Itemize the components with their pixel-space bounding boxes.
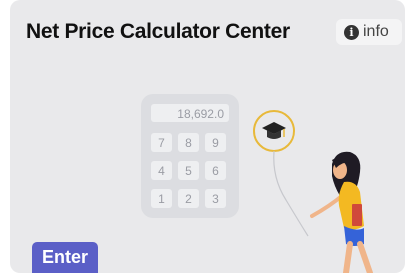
enter-button[interactable]: Enter	[32, 242, 98, 273]
key-8: 8	[185, 136, 192, 150]
net-price-calculator-card[interactable]: 18,692.0 7 8 9 4 5 6 1 2 3 Net Price Cal…	[10, 0, 405, 273]
key-1: 1	[158, 192, 165, 206]
info-circle-icon: i	[344, 24, 359, 40]
info-button[interactable]: i info	[336, 19, 402, 45]
info-label: info	[363, 23, 389, 40]
key-4: 4	[158, 164, 165, 178]
graduation-cap-icon	[262, 122, 286, 139]
student-figure	[310, 151, 373, 273]
card-title: Net Price Calculator Center	[26, 20, 290, 43]
calculator-display: 18,692.0	[177, 107, 224, 121]
graduation-cap-balloon	[253, 110, 309, 237]
key-6: 6	[212, 164, 219, 178]
calculator-keypad: 7 8 9 4 5 6 1 2 3	[151, 133, 226, 208]
key-3: 3	[212, 192, 219, 206]
key-5: 5	[185, 164, 192, 178]
key-2: 2	[185, 192, 192, 206]
key-7: 7	[158, 136, 165, 150]
key-9: 9	[212, 136, 219, 150]
